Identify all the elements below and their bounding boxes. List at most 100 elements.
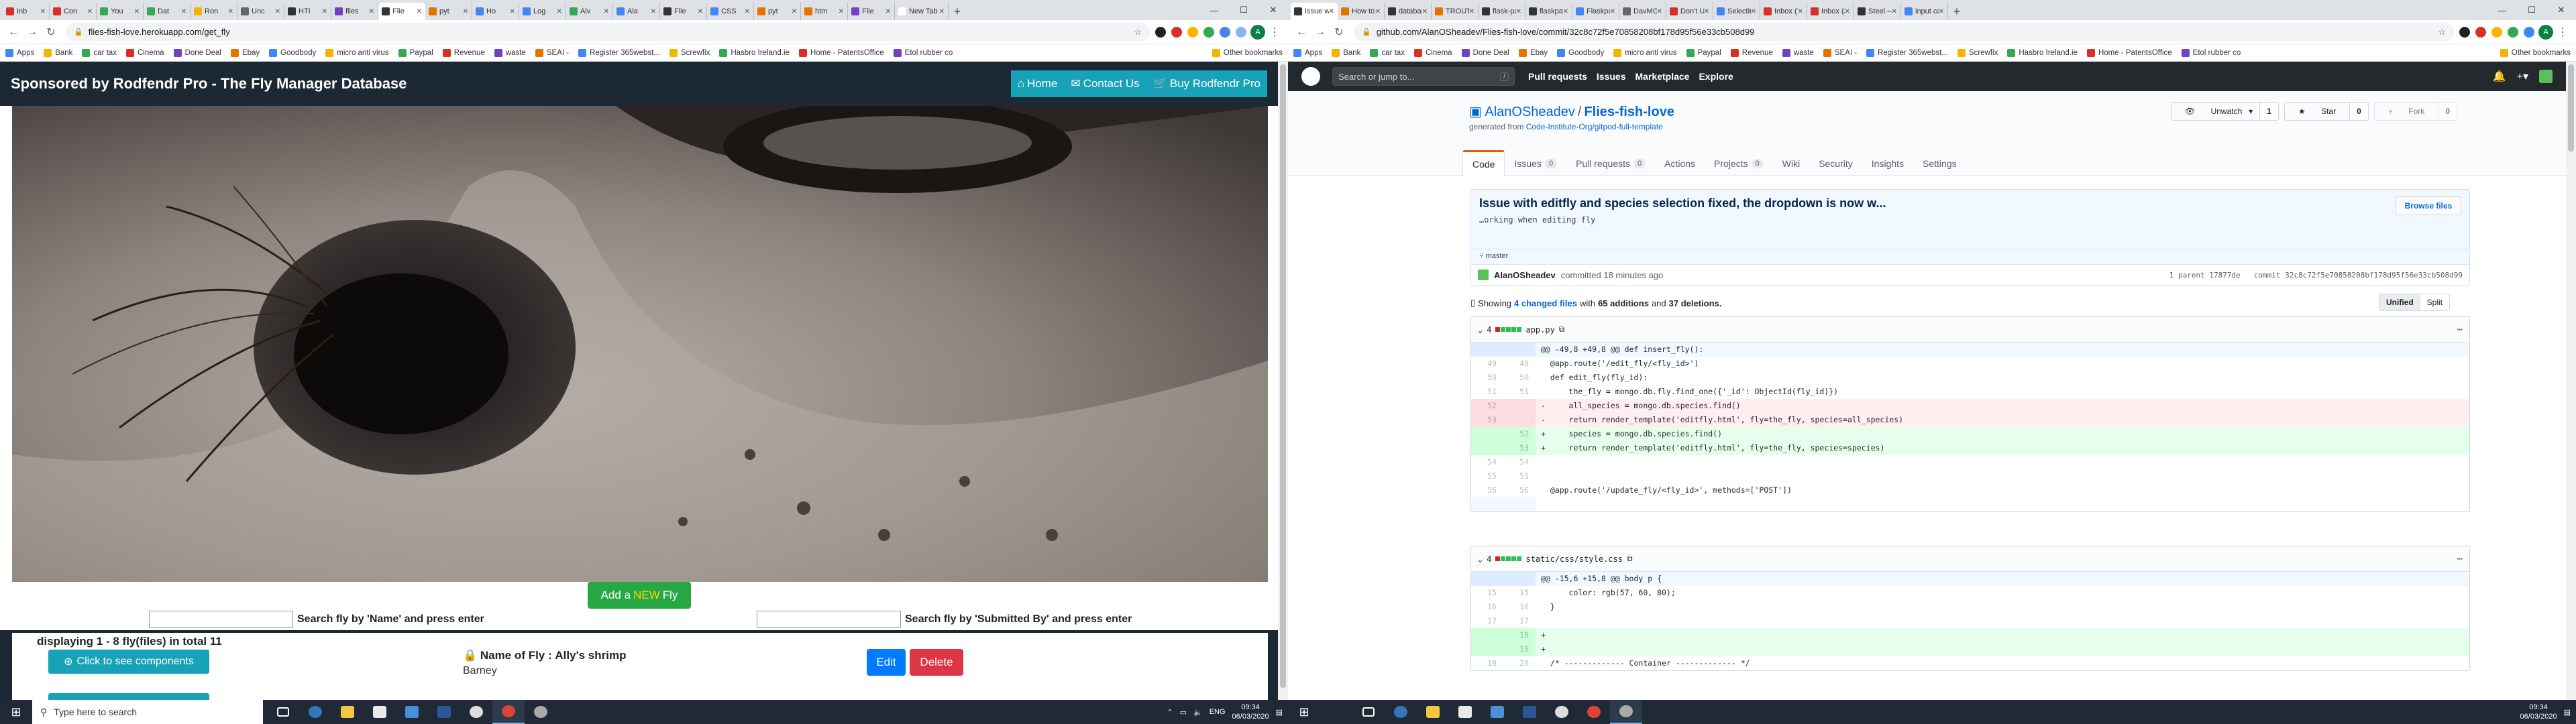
close-icon[interactable]: ✕ xyxy=(1258,0,1288,20)
bookmark-item[interactable]: Revenue xyxy=(1730,48,1773,57)
bookmark-item[interactable]: Home - PatentsOffice xyxy=(798,48,884,57)
old-line-number[interactable]: 15 xyxy=(1471,586,1503,600)
browser-tab[interactable]: flies ✕ xyxy=(331,3,378,20)
tab-close-icon[interactable]: ✕ xyxy=(1798,8,1803,15)
new-line-number[interactable]: 54 xyxy=(1503,455,1536,469)
tab-close-icon[interactable]: ✕ xyxy=(885,8,891,15)
nav-home-link[interactable]: ⌂ Home xyxy=(1011,77,1065,90)
bookmark-star-icon[interactable]: ☆ xyxy=(1134,27,1142,38)
extension-icon[interactable] xyxy=(2508,26,2518,38)
tray-up-icon[interactable]: ⌃ xyxy=(1167,708,1173,717)
chrome-icon[interactable] xyxy=(525,700,557,724)
old-line-number[interactable]: 18 xyxy=(1471,656,1503,670)
extension-icon[interactable] xyxy=(2491,26,2502,38)
search-submitted-input[interactable] xyxy=(757,611,901,628)
old-line-number[interactable]: 50 xyxy=(1471,371,1503,385)
old-line-number[interactable] xyxy=(1471,497,1503,511)
other-bookmarks[interactable]: Other bookmarks xyxy=(1212,48,1283,57)
changed-files-link[interactable]: 4 changed files xyxy=(1514,298,1577,308)
extension-icon[interactable] xyxy=(1187,26,1198,38)
add-new-fly-button[interactable]: Add a NEW Fly xyxy=(588,582,691,609)
repo-tab[interactable]: Issues 0 xyxy=(1505,150,1566,176)
repo-owner-link[interactable]: AlanOSheadev xyxy=(1485,105,1575,119)
nav-explore[interactable]: Explore xyxy=(1699,71,1733,82)
back-icon[interactable]: ← xyxy=(1292,23,1311,42)
tab-close-icon[interactable]: ✕ xyxy=(463,8,468,15)
close-icon[interactable]: ✕ xyxy=(2546,0,2576,20)
taskbar-search[interactable]: ⚲ Type here to search xyxy=(32,700,263,724)
browse-files-button[interactable]: Browse files xyxy=(2396,196,2461,215)
browser-tab[interactable]: TROUTMA✕ xyxy=(1432,3,1479,20)
tab-close-icon[interactable]: ✕ xyxy=(1892,8,1897,15)
new-line-number[interactable]: 55 xyxy=(1503,469,1536,483)
bell-icon[interactable]: 🔔 xyxy=(2493,70,2506,83)
github-search-input[interactable]: Search or jump to... / xyxy=(1332,67,1515,86)
browser-tab[interactable]: input case✕ xyxy=(1901,3,1948,20)
extension-icon[interactable] xyxy=(2475,26,2486,38)
profile-avatar[interactable]: A xyxy=(2538,24,2553,40)
copy-icon[interactable]: ⧉ xyxy=(1627,554,1633,564)
menu-icon[interactable]: ⋮ xyxy=(1265,23,1284,42)
bookmark-item[interactable]: Home - PatentsOffice xyxy=(2086,48,2172,57)
new-line-number[interactable]: 18 xyxy=(1503,628,1536,642)
new-line-number[interactable]: 52 xyxy=(1503,427,1536,441)
new-line-number[interactable]: 17 xyxy=(1503,614,1536,628)
new-line-number[interactable] xyxy=(1503,343,1536,357)
browser-tab[interactable]: Alv ✕ xyxy=(566,3,613,20)
browser-tab[interactable]: Flie ✕ xyxy=(378,3,425,20)
bookmark-item[interactable]: Goodbody xyxy=(1557,48,1604,57)
tab-close-icon[interactable]: ✕ xyxy=(1751,8,1756,15)
extension-icon[interactable] xyxy=(1203,26,1214,38)
extension-icon[interactable] xyxy=(1220,26,1230,38)
word-icon[interactable] xyxy=(1513,700,1546,724)
mail-icon[interactable] xyxy=(1481,700,1513,724)
browser-tab[interactable]: flaskpagina✕ xyxy=(1525,3,1572,20)
browser-tab[interactable]: pyt ✕ xyxy=(754,3,801,20)
tab-close-icon[interactable]: ✕ xyxy=(604,8,609,15)
bookmark-item[interactable]: Apps xyxy=(1293,48,1322,57)
new-line-number[interactable]: 19 xyxy=(1503,642,1536,656)
address-bar[interactable]: 🔒 github.com/AlanOSheadev/Flies-fish-lov… xyxy=(1354,22,2454,42)
store-icon[interactable] xyxy=(364,700,396,724)
tab-close-icon[interactable]: ✕ xyxy=(40,8,46,15)
tab-close-icon[interactable]: ✕ xyxy=(134,8,140,15)
edge-icon[interactable] xyxy=(299,700,331,724)
forward-icon[interactable]: → xyxy=(23,23,42,42)
settings-icon[interactable] xyxy=(460,700,492,724)
browser-tab[interactable]: Ron ✕ xyxy=(191,3,237,20)
chrome-icon[interactable] xyxy=(1578,700,1610,724)
new-line-number[interactable] xyxy=(1503,497,1536,511)
bookmark-item[interactable]: Ebay xyxy=(230,48,260,57)
old-line-number[interactable] xyxy=(1471,642,1503,656)
bookmark-item[interactable]: Etol rubber co xyxy=(893,48,953,57)
extension-icon[interactable] xyxy=(2524,26,2534,38)
nav-contact-link[interactable]: ✉ Contact Us xyxy=(1064,77,1146,90)
browser-tab[interactable]: Inb ✕ xyxy=(3,3,50,20)
reload-icon[interactable]: ↻ xyxy=(1330,23,1348,42)
reload-icon[interactable]: ↻ xyxy=(42,23,60,42)
old-line-number[interactable] xyxy=(1471,441,1503,455)
avatar[interactable] xyxy=(2539,70,2553,83)
edit-button[interactable]: Edit xyxy=(867,649,906,676)
scrollbar[interactable] xyxy=(2566,62,2576,700)
browser-tab[interactable]: Selecting fr✕ xyxy=(1713,3,1760,20)
edge-icon[interactable] xyxy=(1385,700,1417,724)
browser-tab[interactable]: Inbox (7)✕ xyxy=(1760,3,1807,20)
parent-commit[interactable]: 1 parent 17877de xyxy=(2169,271,2241,280)
repo-tab[interactable]: Security xyxy=(1809,150,1862,176)
template-link[interactable]: Code-Institute-Org/gitpod-full-template xyxy=(1526,122,1663,131)
old-line-number[interactable] xyxy=(1471,628,1503,642)
new-line-number[interactable] xyxy=(1503,413,1536,427)
tab-close-icon[interactable]: ✕ xyxy=(322,8,327,15)
collapse-chevron-icon[interactable]: ⌄ xyxy=(1478,554,1483,564)
tab-close-icon[interactable]: ✕ xyxy=(275,8,280,15)
browser-tab[interactable]: Steel — Mi✕ xyxy=(1854,3,1901,20)
old-line-number[interactable]: 55 xyxy=(1471,469,1503,483)
browser-tab[interactable]: Flie ✕ xyxy=(660,3,707,20)
bookmark-star-icon[interactable]: ☆ xyxy=(2438,27,2446,38)
bookmark-item[interactable]: SEAI - xyxy=(1823,48,1857,57)
old-line-number[interactable] xyxy=(1471,572,1503,586)
tab-close-icon[interactable]: ✕ xyxy=(228,8,233,15)
new-line-number[interactable]: 15 xyxy=(1503,586,1536,600)
browser-tab[interactable]: pyt ✕ xyxy=(425,3,472,20)
